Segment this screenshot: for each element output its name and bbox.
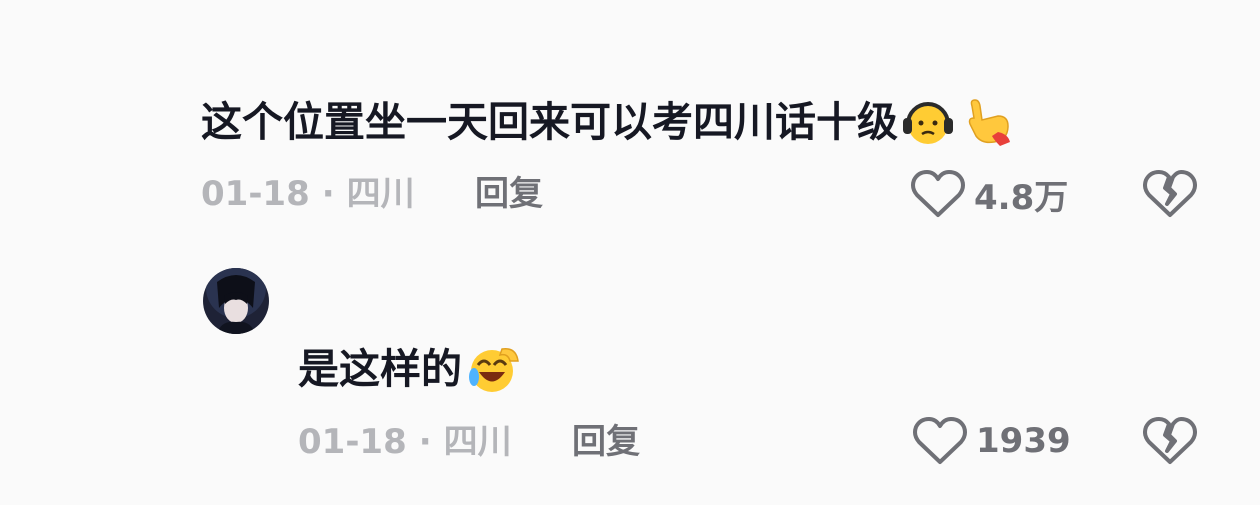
comment-date: 01-18 (298, 422, 407, 462)
comment-text-2: 是这样的 (298, 339, 520, 399)
comment-meta-1: 01-18 · 四川 (201, 169, 415, 219)
comment-meta-2: 01-18 · 四川 (298, 417, 512, 467)
comment-text-1-body: 这个位置坐一天回来可以考四川话十级 (201, 98, 898, 146)
comment-location: 四川 (346, 174, 415, 214)
like-count-2: 1939 (976, 421, 1071, 461)
dislike-button-2[interactable] (1143, 415, 1197, 471)
like-count-1: 4.8万 (974, 177, 1069, 218)
heart-icon (913, 417, 967, 464)
broken-heart-icon (1143, 417, 1197, 464)
avatar-image (203, 268, 269, 334)
separator-dot: · (321, 174, 335, 214)
broken-heart-icon (1143, 170, 1197, 217)
heart-icon (911, 170, 965, 217)
comment-date: 01-18 (201, 174, 310, 214)
like-button-1[interactable]: 4.8万 (910, 168, 1068, 220)
separator-dot: · (418, 422, 432, 462)
headphones-face-emoji-icon (903, 102, 953, 144)
reply-button-1[interactable]: 回复 (475, 169, 543, 219)
laughing-crying-face-emoji-icon (469, 348, 519, 392)
comment-text-2-body: 是这样的 (298, 345, 462, 393)
comment-location: 四川 (443, 422, 512, 462)
dislike-button-1[interactable] (1143, 168, 1197, 224)
pointing-hand-emoji-icon (968, 99, 1010, 146)
comment-text-1: 这个位置坐一天回来可以考四川话十级 (201, 92, 1014, 152)
avatar[interactable] (203, 268, 269, 334)
reply-button-2[interactable]: 回复 (572, 417, 640, 467)
like-button-2[interactable]: 1939 (912, 415, 1071, 467)
